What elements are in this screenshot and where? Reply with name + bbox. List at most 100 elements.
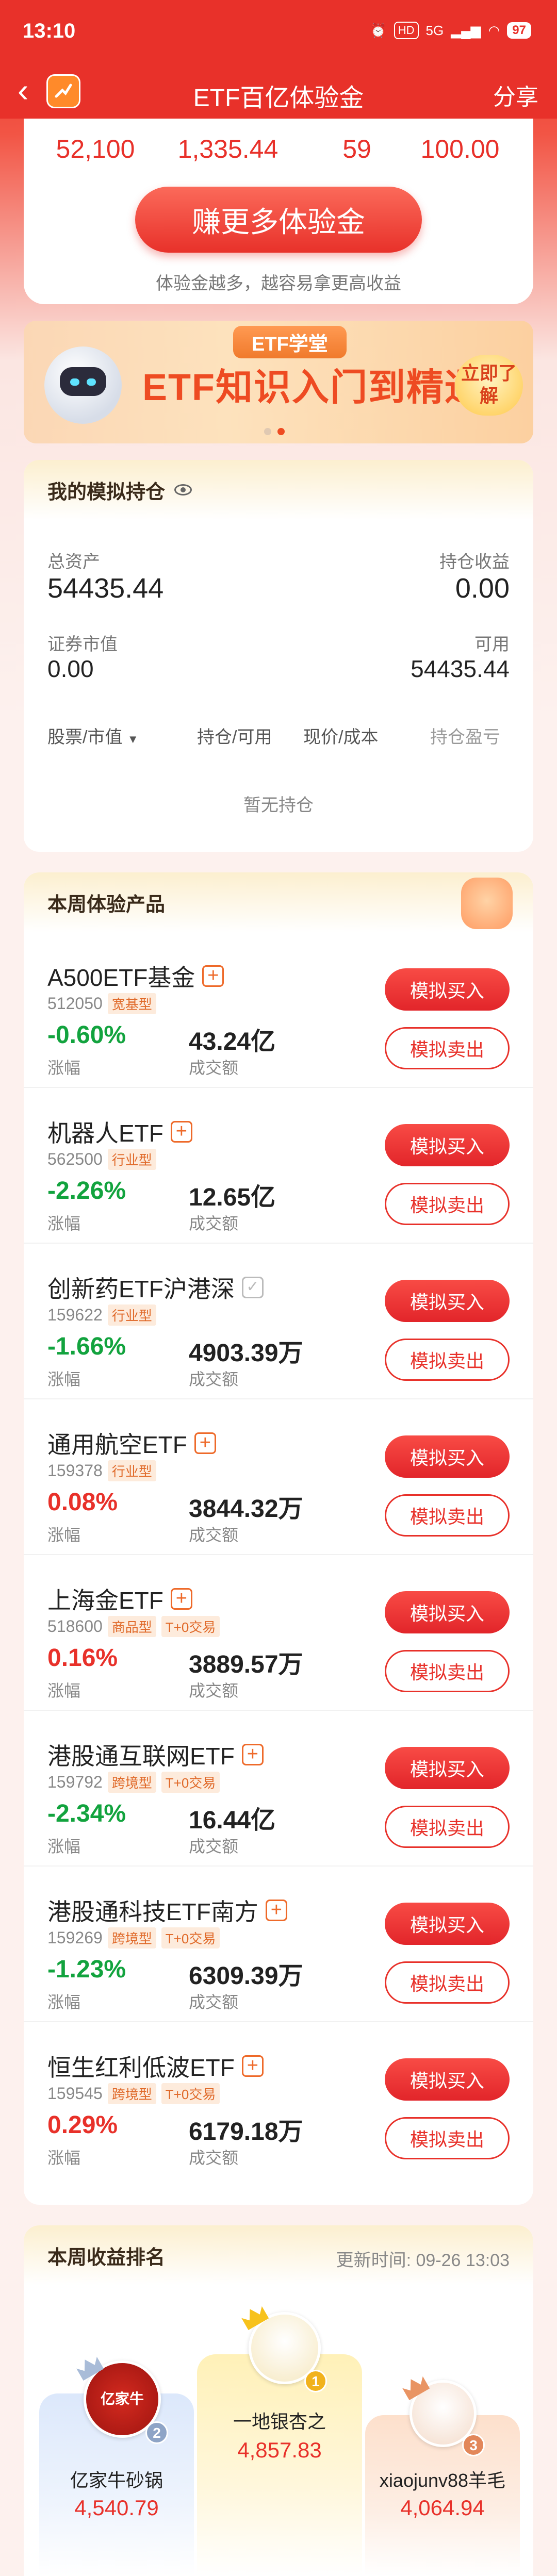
products-title: 本周体验产品 — [47, 894, 166, 916]
add-watchlist-icon[interactable]: + — [265, 1900, 287, 1921]
product-tag: 商品型 — [107, 1616, 156, 1637]
product-change: -0.60% — [47, 1021, 126, 1049]
product-code-row: 159269 跨境型 T+0交易 — [47, 1927, 220, 1948]
simulate-buy-button[interactable]: 模拟买入 — [385, 1124, 510, 1166]
clock: 13:10 — [23, 20, 76, 42]
share-button[interactable]: 分享 — [493, 78, 538, 111]
change-label: 涨幅 — [47, 1370, 81, 1389]
simulate-buy-button[interactable]: 模拟买入 — [385, 968, 510, 1011]
stat-value: 100.00 — [420, 135, 500, 163]
rank-user-value: 4,540.79 — [74, 2496, 159, 2520]
rank-badge: 2 — [145, 2421, 168, 2444]
simulate-sell-button[interactable]: 模拟卖出 — [385, 1183, 510, 1225]
product-code-row: 159378 行业型 — [47, 1460, 156, 1481]
simulate-sell-button[interactable]: 模拟卖出 — [385, 2117, 510, 2159]
rank-user-value: 4,857.83 — [237, 2438, 322, 2462]
product-row[interactable]: 港股通科技ETF南方 + 159269 跨境型 T+0交易 -1.23% 涨幅 63… — [24, 1867, 533, 2022]
product-tag: T+0交易 — [161, 1616, 220, 1637]
add-watchlist-icon[interactable]: + — [202, 965, 224, 987]
total-assets-value: 54435.44 — [47, 573, 164, 604]
rank-badge: 3 — [462, 2434, 485, 2456]
change-label: 涨幅 — [47, 1837, 81, 1856]
product-row[interactable]: 上海金ETF + 518600 商品型 T+0交易 0.16% 涨幅 3889.57… — [24, 1555, 533, 1711]
add-watchlist-icon[interactable]: + — [170, 1121, 192, 1143]
product-name[interactable]: 通用航空ETF — [47, 1426, 187, 1460]
product-volume: 3844.32万 — [189, 1495, 303, 1523]
holdings-title: 我的模拟持仓 — [47, 481, 166, 503]
simulate-sell-button[interactable]: 模拟卖出 — [385, 1650, 510, 1692]
simulate-buy-button[interactable]: 模拟买入 — [385, 1903, 510, 1945]
product-change: -1.23% — [47, 1956, 126, 1983]
simulate-buy-button[interactable]: 模拟买入 — [385, 1747, 510, 1789]
volume-label: 成交额 — [189, 1993, 239, 2011]
column-price: 现价/成本 — [303, 728, 379, 747]
product-tag: 行业型 — [107, 1460, 156, 1481]
simulate-sell-button[interactable]: 模拟卖出 — [385, 1027, 510, 1069]
add-watchlist-icon[interactable]: + — [241, 1744, 264, 1765]
product-code: 562500 — [47, 1150, 103, 1168]
product-change: -1.66% — [47, 1333, 126, 1360]
add-watchlist-icon[interactable]: + — [241, 2055, 264, 2077]
available-value: 54435.44 — [411, 655, 510, 682]
product-row[interactable]: A500ETF基金 + 512050 宽基型 -0.60% 涨幅 43.24亿 成… — [24, 932, 533, 1088]
banner-cta-button[interactable]: 立即了解 — [455, 355, 523, 416]
product-row[interactable]: 机器人ETF + 562500 行业型 -2.26% 涨幅 12.65亿 成交额 … — [24, 1088, 533, 1244]
product-row[interactable]: 恒生红利低波ETF + 159545 跨境型 T+0交易 0.29% 涨幅 6179… — [24, 2022, 533, 2178]
added-check-icon[interactable]: ✓ — [241, 1277, 264, 1298]
profit-value: 0.00 — [455, 573, 510, 604]
product-row[interactable]: 创新药ETF沪港深 ✓ 159622 行业型 -1.66% 涨幅 4903.39万… — [24, 1244, 533, 1399]
product-code: 159792 — [47, 1773, 103, 1791]
simulate-buy-button[interactable]: 模拟买入 — [385, 1591, 510, 1633]
simulate-sell-button[interactable]: 模拟卖出 — [385, 1339, 510, 1381]
signal-icon: ▂▄▆ — [451, 22, 481, 38]
product-name[interactable]: A500ETF基金 — [47, 959, 195, 993]
product-name[interactable]: 创新药ETF沪港深 — [47, 1270, 235, 1304]
product-code-row: 159545 跨境型 T+0交易 — [47, 2083, 220, 2104]
simulate-sell-button[interactable]: 模拟卖出 — [385, 1494, 510, 1537]
page-title: ETF百亿体验金 — [193, 85, 364, 112]
thumbs-up-icon — [461, 878, 513, 929]
product-code: 512050 — [47, 994, 103, 1013]
simulate-buy-button[interactable]: 模拟买入 — [385, 1280, 510, 1322]
rank-user-name: xiaojunv88羊毛 — [379, 2470, 506, 2491]
product-code: 159622 — [47, 1306, 103, 1324]
product-name-row: 港股通科技ETF南方 + — [47, 1893, 287, 1927]
title-bar: ‹ ETF百亿体验金 分享 — [0, 62, 557, 119]
product-tag: T+0交易 — [161, 2083, 220, 2104]
product-row[interactable]: 通用航空ETF + 159378 行业型 0.08% 涨幅 3844.32万 成交… — [24, 1399, 533, 1555]
simulate-buy-button[interactable]: 模拟买入 — [385, 2058, 510, 2101]
product-change: 0.16% — [47, 1644, 118, 1672]
product-name[interactable]: 港股通科技ETF南方 — [47, 1893, 258, 1927]
product-tag: 宽基型 — [107, 993, 156, 1014]
rank-user-value: 4,064.94 — [400, 2496, 485, 2520]
column-pnl: 持仓盈亏 — [430, 728, 500, 747]
etf-school-banner[interactable]: ETF学堂 ETF知识入门到精通 立即了解 — [24, 321, 533, 443]
eye-icon[interactable] — [174, 484, 192, 496]
simulate-sell-button[interactable]: 模拟卖出 — [385, 1961, 510, 2004]
product-name[interactable]: 上海金ETF — [47, 1582, 163, 1616]
battery-icon: 97 — [507, 22, 531, 39]
holdings-columns: 股票/市值 ▼ 持仓/可用 现价/成本 持仓盈亏 — [47, 723, 512, 748]
available-label: 可用 — [474, 635, 510, 654]
product-row[interactable]: 港股通互联网ETF + 159792 跨境型 T+0交易 -2.34% 涨幅 16.… — [24, 1711, 533, 1867]
volume-label: 成交额 — [189, 1837, 239, 1856]
add-watchlist-icon[interactable]: + — [170, 1588, 192, 1610]
column-stock[interactable]: 股票/市值 ▼ — [47, 723, 197, 748]
simulate-sell-button[interactable]: 模拟卖出 — [385, 1806, 510, 1848]
volume-label: 成交额 — [189, 1526, 239, 1544]
product-volume: 6179.18万 — [189, 2118, 303, 2145]
product-name-row: A500ETF基金 + — [47, 959, 224, 993]
sort-down-icon: ▼ — [127, 733, 139, 746]
add-watchlist-icon[interactable]: + — [194, 1432, 216, 1454]
stat-value: 1,335.44 — [177, 135, 278, 163]
product-name[interactable]: 机器人ETF — [47, 1115, 163, 1149]
earn-more-button[interactable]: 赚更多体验金 — [135, 187, 422, 253]
weekly-ranking-card: 本周收益排名 更新时间: 09-26 13:03 亿家牛 1 2 3 一地银杏之… — [24, 2225, 533, 2576]
change-label: 涨幅 — [47, 1214, 81, 1233]
rank-user-name: 亿家牛砂锅 — [70, 2470, 163, 2491]
product-name[interactable]: 恒生红利低波ETF — [47, 2049, 235, 2083]
product-volume: 16.44亿 — [189, 1807, 276, 1834]
product-name[interactable]: 港股通互联网ETF — [47, 1738, 235, 1772]
product-code-row: 518600 商品型 T+0交易 — [47, 1616, 220, 1637]
simulate-buy-button[interactable]: 模拟买入 — [385, 1435, 510, 1478]
